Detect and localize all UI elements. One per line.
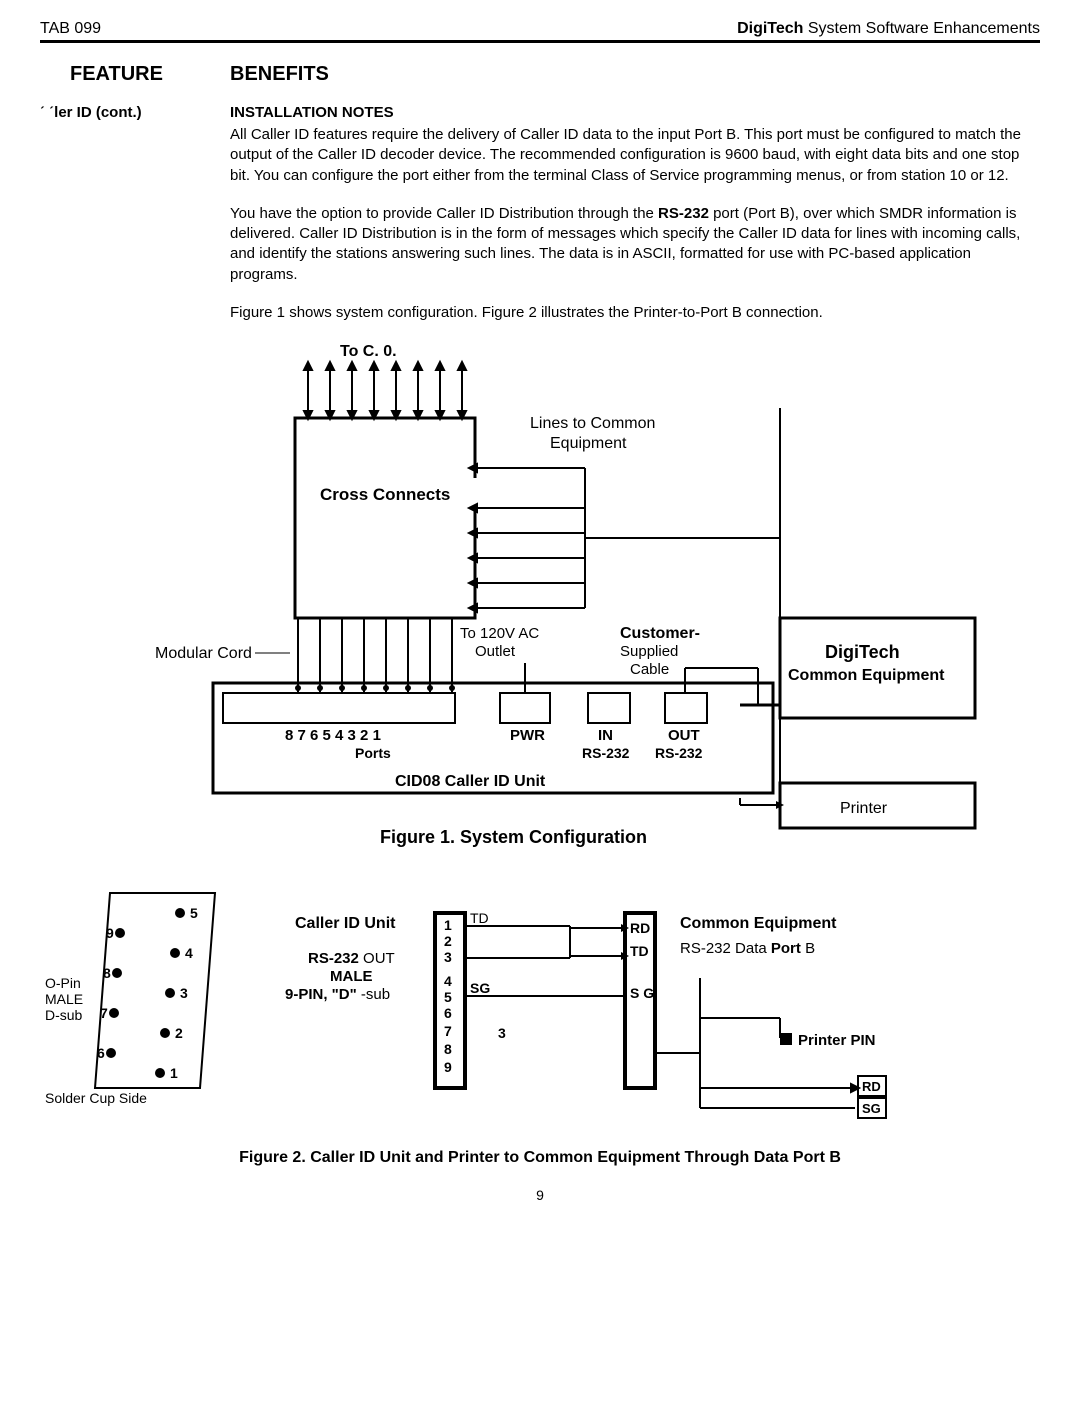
svg-text:O-Pin: O-Pin <box>45 975 81 991</box>
svg-text:3: 3 <box>498 1025 506 1041</box>
header-right: DigiTech System Software Enhancements <box>737 20 1040 38</box>
header-left: TAB 099 <box>40 20 101 38</box>
svg-text:3: 3 <box>444 949 452 965</box>
figure-2-caption: Figure 2. Caller ID Unit and Printer to … <box>40 1149 1040 1167</box>
svg-text:SG: SG <box>470 980 490 996</box>
svg-text:RS-232: RS-232 <box>655 745 703 761</box>
svg-text:To 120V AC: To 120V AC <box>460 625 539 642</box>
header-rule <box>40 40 1040 43</box>
svg-text:RS-232 Data Port B: RS-232 Data Port B <box>680 940 815 957</box>
main-content: INSTALLATION NOTES All Caller ID feature… <box>230 86 1040 323</box>
svg-text:Printer PIN: Printer PIN <box>798 1032 876 1049</box>
svg-text:8: 8 <box>444 1041 452 1057</box>
svg-text:Printer: Printer <box>840 800 888 817</box>
svg-text:Customer-: Customer- <box>620 625 700 642</box>
svg-text:D-sub: D-sub <box>45 1007 83 1023</box>
install-heading: INSTALLATION NOTES <box>230 104 1040 121</box>
svg-text:9: 9 <box>106 925 114 941</box>
svg-text:1: 1 <box>444 917 452 933</box>
figure-2: O-Pin MALE D-sub Solder Cup Side 5 9 4 8… <box>40 878 1040 1167</box>
svg-text:8: 8 <box>103 965 111 981</box>
svg-text:4: 4 <box>185 945 193 961</box>
side-label: ˊ ˊler ID (cont.) <box>40 104 210 323</box>
svg-text:To C. 0.: To C. 0. <box>340 343 397 360</box>
svg-text:Figure 1. System Configuration: Figure 1. System Configuration <box>380 827 647 847</box>
svg-text:RS-232 OUT: RS-232 OUT <box>308 950 395 967</box>
svg-text:TD: TD <box>470 910 489 926</box>
svg-text:5: 5 <box>444 989 452 1005</box>
svg-text:PWR: PWR <box>510 727 545 744</box>
svg-text:MALE: MALE <box>45 991 83 1007</box>
svg-text:9-PIN, "D" -sub: 9-PIN, "D" -sub <box>285 986 390 1003</box>
para-2: You have the option to provide Caller ID… <box>230 204 1040 285</box>
svg-text:2: 2 <box>175 1025 183 1041</box>
figure-2-svg: O-Pin MALE D-sub Solder Cup Side 5 9 4 8… <box>40 878 1040 1138</box>
para-3: Figure 1 shows system configuration. Fig… <box>230 303 1040 323</box>
heading-benefits: BENEFITS <box>230 63 1040 86</box>
svg-text:TD: TD <box>630 943 649 959</box>
svg-text:6: 6 <box>97 1045 105 1061</box>
svg-text:Ports: Ports <box>355 745 391 761</box>
svg-text:Equipment: Equipment <box>550 435 627 452</box>
svg-text:IN: IN <box>598 727 613 744</box>
svg-text:Common Equipment: Common Equipment <box>680 915 837 932</box>
page-number: 9 <box>40 1187 1040 1203</box>
svg-text:7: 7 <box>100 1005 108 1021</box>
svg-text:3: 3 <box>180 985 188 1001</box>
svg-text:RD: RD <box>862 1079 881 1094</box>
svg-text:RS-232: RS-232 <box>582 745 630 761</box>
svg-text:SG: SG <box>862 1101 881 1116</box>
svg-text:Solder Cup Side: Solder Cup Side <box>45 1090 147 1106</box>
svg-text:6: 6 <box>444 1005 452 1021</box>
svg-text:OUT: OUT <box>668 727 700 744</box>
svg-text:MALE: MALE <box>330 968 373 985</box>
svg-text:Cable: Cable <box>630 661 669 678</box>
svg-text:CID08 Caller ID Unit: CID08 Caller ID Unit <box>395 773 546 790</box>
para-1: All Caller ID features require the deliv… <box>230 125 1040 186</box>
svg-text:Modular Cord: Modular Cord <box>155 645 252 662</box>
document-page: TAB 099 DigiTech System Software Enhance… <box>0 0 1080 1223</box>
figure-1-svg: To C. 0. Cross Connects <box>40 338 1040 858</box>
svg-text:S G: S G <box>630 985 654 1001</box>
svg-text:7: 7 <box>444 1023 452 1039</box>
content-columns: FEATURE BENEFITS ˊ ˊler ID (cont.) INSTA… <box>40 63 1040 323</box>
svg-text:5: 5 <box>190 905 198 921</box>
svg-text:Lines to Common: Lines to Common <box>530 415 655 432</box>
svg-text:DigiTech: DigiTech <box>825 642 900 662</box>
svg-text:Supplied: Supplied <box>620 643 678 660</box>
page-header: TAB 099 DigiTech System Software Enhance… <box>40 20 1040 40</box>
para-2a: You have the option to provide Caller ID… <box>230 205 658 222</box>
para-2-bold: RS-232 <box>658 205 709 222</box>
svg-text:8 7 6 5 4 3 2 1: 8 7 6 5 4 3 2 1 <box>285 727 381 744</box>
svg-text:9: 9 <box>444 1059 452 1075</box>
svg-text:Common Equipment: Common Equipment <box>788 667 945 684</box>
svg-text:2: 2 <box>444 933 452 949</box>
svg-text:4: 4 <box>444 973 452 989</box>
svg-text:RD: RD <box>630 920 650 936</box>
svg-text:Outlet: Outlet <box>475 643 516 660</box>
header-product: DigiTech <box>737 20 803 37</box>
svg-text:Caller ID Unit: Caller ID Unit <box>295 915 396 932</box>
svg-text:1: 1 <box>170 1065 178 1081</box>
svg-text:Cross Connects: Cross Connects <box>320 485 450 504</box>
header-subtitle: System Software Enhancements <box>803 20 1040 37</box>
figure-1: To C. 0. Cross Connects <box>40 338 1040 863</box>
heading-feature: FEATURE <box>70 63 210 86</box>
